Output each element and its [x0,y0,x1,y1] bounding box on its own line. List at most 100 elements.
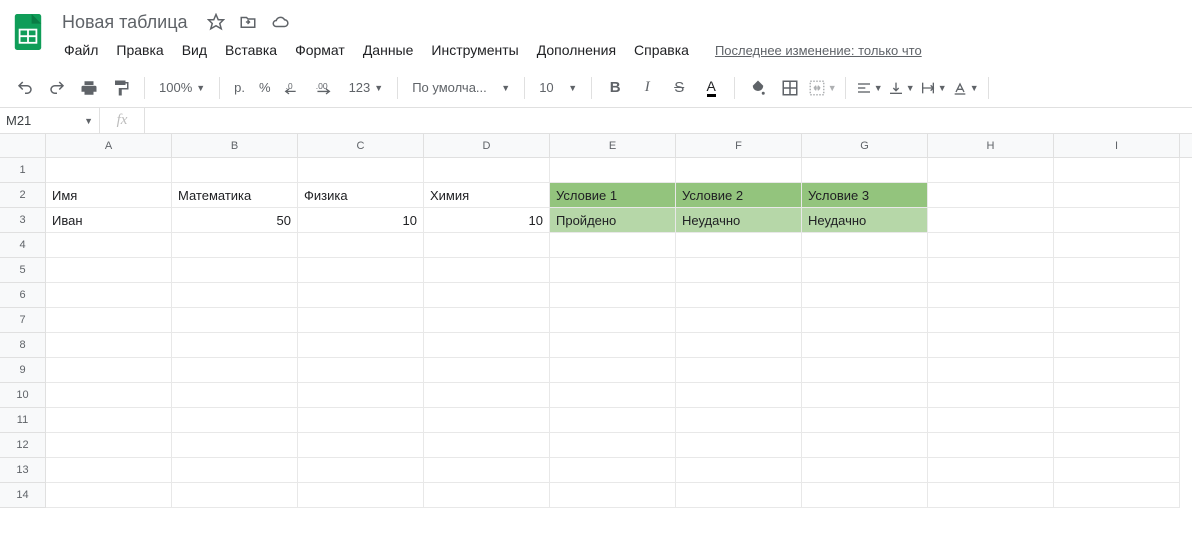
text-color-button[interactable]: A [696,74,726,102]
cell-B3[interactable]: 50 [172,208,298,233]
cell-H13[interactable] [928,458,1054,483]
cell-B5[interactable] [172,258,298,283]
row-header[interactable]: 4 [0,233,46,258]
decrease-decimal-button[interactable]: .0 [279,74,309,102]
sheets-logo[interactable] [8,12,48,52]
cell-B13[interactable] [172,458,298,483]
cell-C2[interactable]: Физика [298,183,424,208]
cell-A14[interactable] [46,483,172,508]
font-size-dropdown[interactable]: 10▼ [533,74,583,102]
cell-G5[interactable] [802,258,928,283]
row-header[interactable]: 3 [0,208,46,233]
cell-F3[interactable]: Неудачно [676,208,802,233]
horizontal-align-button[interactable]: ▼ [854,74,884,102]
col-header-E[interactable]: E [550,134,676,157]
borders-button[interactable] [775,74,805,102]
cell-G4[interactable] [802,233,928,258]
cell-A8[interactable] [46,333,172,358]
cell-H1[interactable] [928,158,1054,183]
col-header-G[interactable]: G [802,134,928,157]
cell-G13[interactable] [802,458,928,483]
row-header[interactable]: 13 [0,458,46,483]
cell-D2[interactable]: Химия [424,183,550,208]
cell-E1[interactable] [550,158,676,183]
cell-C7[interactable] [298,308,424,333]
cell-D9[interactable] [424,358,550,383]
cell-I8[interactable] [1054,333,1180,358]
cell-F5[interactable] [676,258,802,283]
undo-icon[interactable] [10,74,40,102]
menu-data[interactable]: Данные [355,38,422,62]
cell-G11[interactable] [802,408,928,433]
cell-G8[interactable] [802,333,928,358]
cell-A9[interactable] [46,358,172,383]
cell-E7[interactable] [550,308,676,333]
cell-E12[interactable] [550,433,676,458]
cell-B2[interactable]: Математика [172,183,298,208]
row-header[interactable]: 2 [0,183,46,208]
cell-I5[interactable] [1054,258,1180,283]
cell-C10[interactable] [298,383,424,408]
print-icon[interactable] [74,74,104,102]
cell-E8[interactable] [550,333,676,358]
menu-insert[interactable]: Вставка [217,38,285,62]
menu-view[interactable]: Вид [174,38,215,62]
cell-H7[interactable] [928,308,1054,333]
cell-C3[interactable]: 10 [298,208,424,233]
cell-F13[interactable] [676,458,802,483]
cell-E14[interactable] [550,483,676,508]
cell-H4[interactable] [928,233,1054,258]
cell-C4[interactable] [298,233,424,258]
cell-H12[interactable] [928,433,1054,458]
cell-H11[interactable] [928,408,1054,433]
cell-E2[interactable]: Условие 1 [550,183,676,208]
cell-F1[interactable] [676,158,802,183]
cell-I12[interactable] [1054,433,1180,458]
col-header-F[interactable]: F [676,134,802,157]
cell-F14[interactable] [676,483,802,508]
cell-D5[interactable] [424,258,550,283]
merge-cells-button[interactable]: ▼ [807,74,837,102]
cell-D11[interactable] [424,408,550,433]
currency-button[interactable]: р. [228,74,251,102]
cell-G14[interactable] [802,483,928,508]
cell-I6[interactable] [1054,283,1180,308]
cell-B10[interactable] [172,383,298,408]
cell-C6[interactable] [298,283,424,308]
cell-G2[interactable]: Условие 3 [802,183,928,208]
cell-C5[interactable] [298,258,424,283]
cell-C11[interactable] [298,408,424,433]
cell-D7[interactable] [424,308,550,333]
number-format-dropdown[interactable]: 123▼ [343,74,390,102]
cell-D10[interactable] [424,383,550,408]
col-header-C[interactable]: C [298,134,424,157]
cell-F7[interactable] [676,308,802,333]
cell-F11[interactable] [676,408,802,433]
cell-A4[interactable] [46,233,172,258]
name-box[interactable]: M21 ▼ [0,108,100,133]
cell-B12[interactable] [172,433,298,458]
last-edit-link[interactable]: Последнее изменение: только что [715,43,922,58]
menu-help[interactable]: Справка [626,38,697,62]
cell-D6[interactable] [424,283,550,308]
paint-format-icon[interactable] [106,74,136,102]
cell-F4[interactable] [676,233,802,258]
row-header[interactable]: 11 [0,408,46,433]
cell-F6[interactable] [676,283,802,308]
cell-E13[interactable] [550,458,676,483]
cell-E9[interactable] [550,358,676,383]
menu-format[interactable]: Формат [287,38,353,62]
col-header-A[interactable]: A [46,134,172,157]
cell-B8[interactable] [172,333,298,358]
cell-H6[interactable] [928,283,1054,308]
cell-H9[interactable] [928,358,1054,383]
menu-file[interactable]: Файл [56,38,106,62]
cell-A12[interactable] [46,433,172,458]
cell-H5[interactable] [928,258,1054,283]
cell-E4[interactable] [550,233,676,258]
cell-B6[interactable] [172,283,298,308]
cell-C13[interactable] [298,458,424,483]
cell-B9[interactable] [172,358,298,383]
cell-E10[interactable] [550,383,676,408]
zoom-dropdown[interactable]: 100%▼ [153,74,211,102]
